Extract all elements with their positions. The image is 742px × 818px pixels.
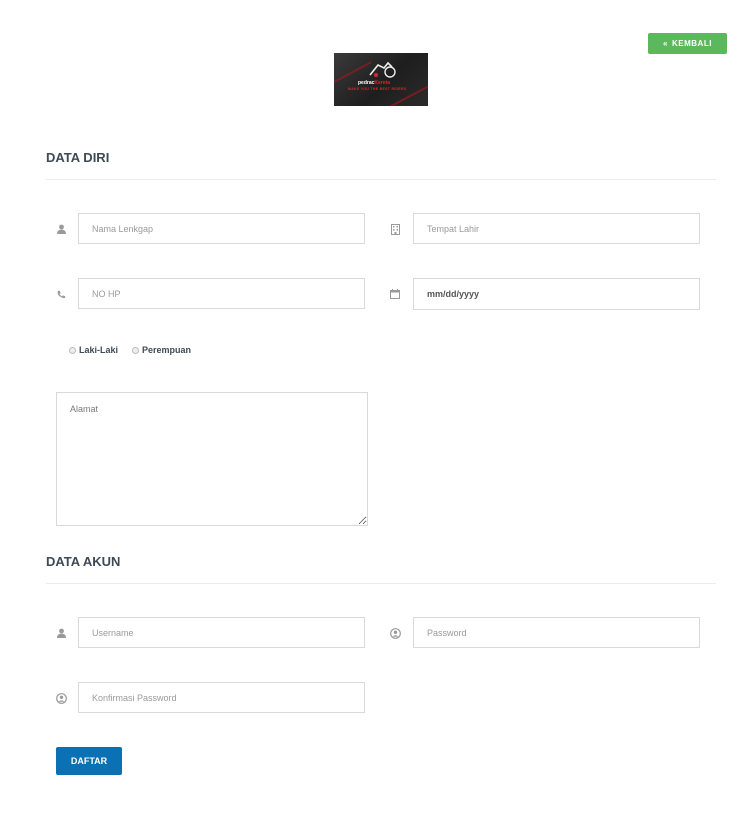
birthdate-input[interactable]: mm/dd/yyyy: [413, 278, 700, 310]
gender-option-label: Perempuan: [142, 345, 192, 355]
section-divider: [46, 583, 716, 584]
username-input[interactable]: [78, 617, 365, 648]
radio-button[interactable]: [132, 346, 140, 354]
confirm-password-input[interactable]: [78, 682, 365, 713]
building-icon: [388, 222, 402, 236]
full-name-input[interactable]: [78, 213, 365, 244]
gender-option-label: Laki-Laki: [79, 345, 119, 355]
gender-radio-group: Laki-Laki Perempuan: [69, 345, 191, 355]
radio-button[interactable]: [69, 346, 76, 354]
logo-brand-text: pedracKereta: [358, 80, 390, 86]
rider-icon: [369, 61, 396, 78]
double-chevron-left-icon: «: [663, 39, 668, 48]
user-icon: [54, 222, 68, 236]
section-divider: [46, 179, 716, 180]
brand-logo: pedracKereta MAKE YOU THE BEST RIDERS: [334, 53, 428, 106]
address-textarea[interactable]: [56, 392, 368, 526]
user-circle-icon: [388, 626, 402, 640]
birthdate-value: mm/dd/yyyy: [427, 289, 480, 299]
password-input[interactable]: [413, 617, 700, 648]
back-button-label: KEMBALI: [672, 39, 712, 48]
logo-tagline: MAKE YOU THE BEST RIDERS: [348, 87, 407, 91]
calendar-icon: [388, 287, 402, 301]
back-button[interactable]: « KEMBALI: [648, 33, 727, 54]
user-circle-icon: [54, 691, 68, 705]
phone-icon: [54, 287, 68, 301]
section-title-personal: DATA DIRI: [46, 150, 110, 165]
user-icon: [54, 626, 68, 640]
gender-option-male[interactable]: Laki-Laki: [69, 345, 118, 355]
phone-input[interactable]: [78, 278, 365, 309]
register-button[interactable]: DAFTAR: [56, 747, 122, 775]
birthplace-input[interactable]: [413, 213, 700, 244]
section-title-account: DATA AKUN: [46, 554, 121, 569]
gender-option-female[interactable]: Perempuan: [132, 345, 191, 355]
